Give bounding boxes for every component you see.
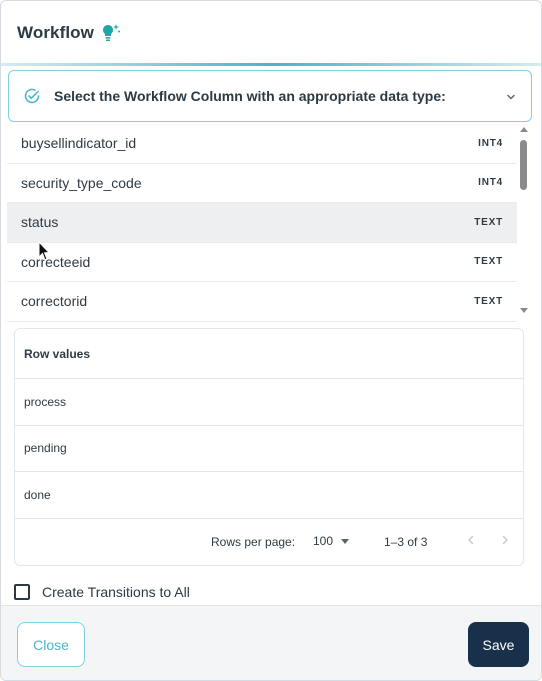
table-row: pending bbox=[15, 426, 523, 472]
mouse-cursor-icon bbox=[38, 241, 51, 261]
column-name: status bbox=[21, 214, 59, 231]
row-values-header: Row values bbox=[15, 329, 523, 379]
create-transitions-option[interactable]: Create Transitions to All bbox=[14, 584, 190, 600]
column-option-selected[interactable]: status TEXT bbox=[7, 203, 517, 243]
scroll-thumb[interactable] bbox=[520, 140, 527, 190]
rows-per-page-label: Rows per page: bbox=[211, 535, 296, 549]
column-type: TEXT bbox=[474, 295, 503, 307]
check-circle-icon bbox=[23, 87, 41, 105]
save-button[interactable]: Save bbox=[468, 622, 529, 667]
column-name: buysellindicator_id bbox=[21, 135, 137, 152]
dialog-title: Workflow bbox=[17, 23, 94, 42]
scroll-up-arrow-icon[interactable] bbox=[520, 127, 528, 132]
table-pagination: Rows per page: 100 1–3 of 3 bbox=[15, 519, 523, 565]
column-name: security_type_code bbox=[21, 174, 142, 191]
table-row: done bbox=[15, 472, 523, 519]
column-list: buysellindicator_id INT4 security_type_c… bbox=[7, 124, 517, 322]
column-name: correctorid bbox=[21, 293, 88, 310]
column-type: TEXT bbox=[474, 216, 503, 228]
column-option[interactable]: correctorid TEXT bbox=[7, 282, 517, 322]
row-values-table: Row values process pending done Rows per… bbox=[14, 328, 524, 566]
rows-per-page-select[interactable]: 100 bbox=[313, 534, 350, 548]
column-option[interactable]: security_type_code INT4 bbox=[7, 164, 517, 203]
pagination-range: 1–3 of 3 bbox=[384, 535, 428, 549]
rows-per-page-value: 100 bbox=[313, 534, 334, 548]
dialog-header: Workflow bbox=[1, 1, 541, 65]
select-label: Select the Workflow Column with an appro… bbox=[54, 88, 446, 104]
scroll-down-arrow-icon[interactable] bbox=[520, 308, 528, 313]
column-type: INT4 bbox=[478, 177, 503, 189]
dialog-footer: Close Save bbox=[1, 605, 541, 680]
table-row: process bbox=[15, 379, 523, 426]
column-list-scrollbar[interactable] bbox=[518, 124, 530, 322]
header-divider bbox=[1, 63, 541, 66]
column-option[interactable]: correcteeid TEXT bbox=[7, 243, 517, 282]
chevron-left-icon[interactable] bbox=[464, 533, 478, 547]
close-button[interactable]: Close bbox=[17, 622, 85, 667]
column-type: INT4 bbox=[478, 137, 503, 149]
workflow-column-select[interactable]: Select the Workflow Column with an appro… bbox=[8, 70, 532, 122]
caret-down-icon bbox=[341, 538, 350, 544]
chevron-down-icon[interactable] bbox=[505, 90, 517, 102]
create-transitions-label: Create Transitions to All bbox=[42, 584, 190, 600]
column-name: correcteeid bbox=[21, 253, 91, 270]
column-option[interactable]: buysellindicator_id INT4 bbox=[7, 124, 517, 164]
column-type: TEXT bbox=[474, 256, 503, 268]
workflow-dialog: Workflow Select the Workflow Column with… bbox=[0, 0, 542, 681]
create-transitions-checkbox[interactable] bbox=[14, 584, 30, 600]
chevron-right-icon[interactable] bbox=[498, 533, 512, 547]
lightbulb-sparkle-icon bbox=[100, 22, 122, 44]
